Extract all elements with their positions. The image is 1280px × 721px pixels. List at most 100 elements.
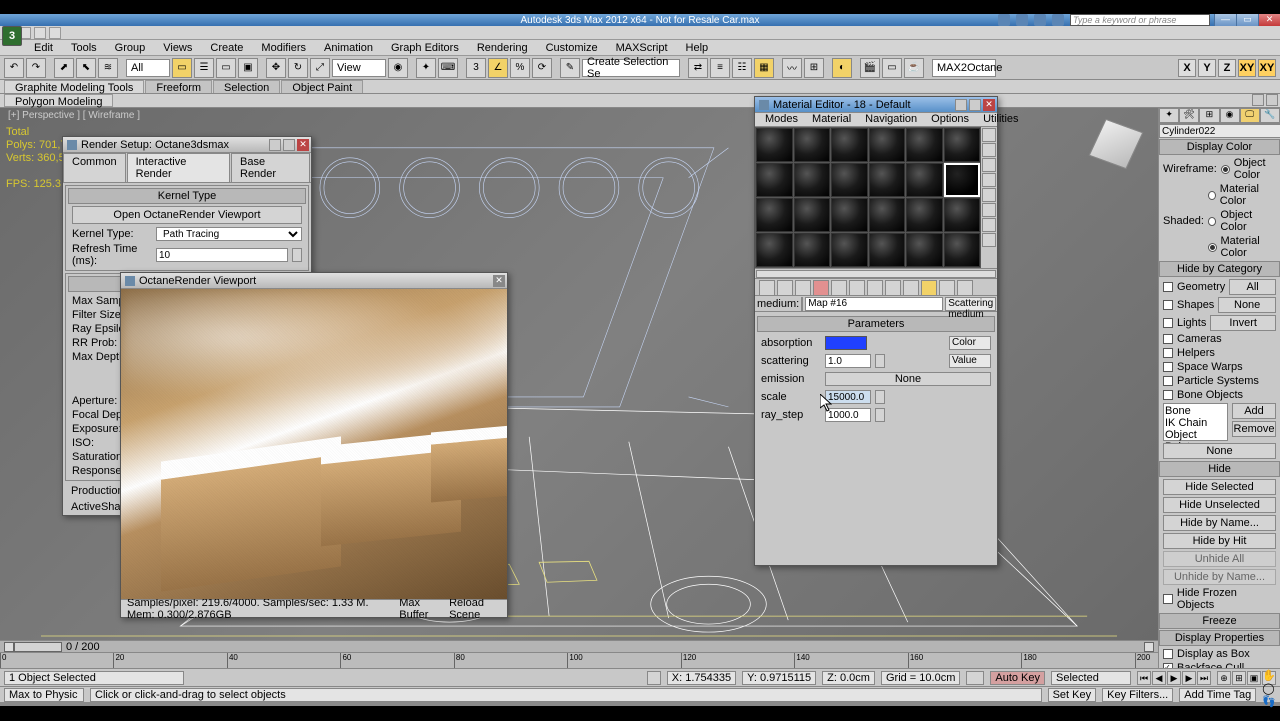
- prev-frame-button[interactable]: ◀: [1152, 671, 1166, 685]
- material-slot[interactable]: [794, 233, 831, 267]
- ribbon-polygon-modeling[interactable]: Polygon Modeling: [4, 94, 113, 107]
- menu-graph-editors[interactable]: Graph Editors: [383, 41, 467, 55]
- setkey-button[interactable]: Set Key: [1048, 688, 1097, 702]
- rs-tab-common[interactable]: Common: [63, 153, 126, 182]
- me-go-forward-icon[interactable]: [957, 280, 973, 296]
- btn-cat-none[interactable]: None: [1218, 297, 1276, 313]
- me-menu-modes[interactable]: Modes: [759, 113, 804, 126]
- me-menu-material[interactable]: Material: [806, 113, 857, 126]
- time-slider-lbtn[interactable]: [4, 642, 14, 652]
- material-slot[interactable]: [756, 198, 793, 232]
- autokey-button[interactable]: Auto Key: [990, 671, 1045, 685]
- me-tool-background-icon[interactable]: [982, 158, 996, 172]
- btn-cat-all[interactable]: All: [1229, 279, 1276, 295]
- me-raystep-spinner[interactable]: [875, 408, 885, 422]
- lock-icon[interactable]: [647, 671, 661, 685]
- me-scale-spinner[interactable]: [875, 390, 885, 404]
- constraint-x[interactable]: X: [1178, 59, 1196, 77]
- mat-editor-close[interactable]: ✕: [983, 99, 995, 111]
- material-editor-button[interactable]: ◐: [832, 58, 852, 78]
- render-setup-min[interactable]: [269, 139, 281, 151]
- named-selection-dropdown[interactable]: Create Selection Se: [582, 59, 680, 77]
- menu-customize[interactable]: Customize: [538, 41, 606, 55]
- material-slot[interactable]: [906, 128, 943, 162]
- rollout-freeze[interactable]: Freeze: [1159, 613, 1280, 629]
- me-absorption-color[interactable]: [825, 336, 867, 350]
- tab-motion-icon[interactable]: ◉: [1220, 108, 1240, 123]
- tab-utilities-icon[interactable]: 🔧: [1260, 108, 1280, 123]
- chk-geometry[interactable]: [1163, 282, 1173, 292]
- me-tool-sample-uv-icon[interactable]: [982, 173, 996, 187]
- menu-edit[interactable]: Edit: [26, 41, 61, 55]
- rollout-disp-props[interactable]: Display Properties: [1159, 630, 1280, 646]
- menu-create[interactable]: Create: [202, 41, 251, 55]
- constraint-y[interactable]: Y: [1198, 59, 1216, 77]
- undo-dropdown-icon[interactable]: [49, 27, 61, 39]
- rollout-hide[interactable]: Hide: [1159, 461, 1280, 477]
- render-setup-close[interactable]: ✕: [297, 139, 309, 151]
- me-menu-navigation[interactable]: Navigation: [859, 113, 923, 126]
- tab-modify-icon[interactable]: 🛠: [1179, 108, 1199, 123]
- snap-toggle-button[interactable]: 3: [466, 58, 486, 78]
- render-setup-max[interactable]: [283, 139, 295, 151]
- nav-zoom-icon[interactable]: ⊕: [1217, 671, 1231, 685]
- help-icon[interactable]: [1052, 14, 1064, 26]
- ribbon-tab-selection[interactable]: Selection: [213, 80, 280, 93]
- select-rotate-button[interactable]: ↻: [288, 58, 308, 78]
- radio-shaded-matcolor[interactable]: [1208, 243, 1217, 252]
- material-slot[interactable]: [944, 128, 981, 162]
- rs-refresh-spinner[interactable]: [292, 248, 302, 262]
- redo-button[interactable]: ↷: [26, 58, 46, 78]
- render-setup-button[interactable]: 🎬: [860, 58, 880, 78]
- material-slot[interactable]: [794, 198, 831, 232]
- material-slot[interactable]: [869, 128, 906, 162]
- material-slot[interactable]: [944, 233, 981, 267]
- key-filter-dropdown[interactable]: Selected: [1051, 671, 1131, 685]
- chk-spacewarps[interactable]: [1163, 362, 1173, 372]
- nav-maximize-icon[interactable]: ▦: [1262, 708, 1276, 721]
- time-slider-knob[interactable]: [14, 642, 62, 652]
- ribbon-tab-freeform[interactable]: Freeform: [145, 80, 212, 93]
- coord-z[interactable]: Z: 0.0cm: [822, 671, 875, 685]
- me-tool-video-icon[interactable]: [982, 188, 996, 202]
- me-menu-utilities[interactable]: Utilities: [977, 113, 1024, 126]
- help-search[interactable]: Type a keyword or phrase: [1070, 14, 1210, 26]
- menu-tools[interactable]: Tools: [63, 41, 105, 55]
- app-icon[interactable]: 3: [2, 26, 22, 46]
- me-menu-options[interactable]: Options: [925, 113, 975, 126]
- constraint-xy[interactable]: XY: [1238, 59, 1256, 77]
- viewport-label[interactable]: [+] Perspective ] [ Wireframe ]: [8, 110, 140, 121]
- select-move-button[interactable]: ✥: [266, 58, 286, 78]
- link-button[interactable]: ⬈: [54, 58, 74, 78]
- me-scattering-input[interactable]: [825, 354, 871, 368]
- nav-orbit-icon[interactable]: ◯: [1262, 682, 1276, 695]
- mat-editor-max[interactable]: [969, 99, 981, 111]
- unlink-button[interactable]: ⬉: [76, 58, 96, 78]
- time-slider[interactable]: 0 / 200: [0, 640, 1158, 652]
- chk-helpers[interactable]: [1163, 348, 1173, 358]
- me-scale-input[interactable]: [825, 390, 871, 404]
- spinner-snap-button[interactable]: ⟳: [532, 58, 552, 78]
- me-reset-icon[interactable]: [813, 280, 829, 296]
- curve-editor-button[interactable]: 〰: [782, 58, 802, 78]
- layer-manager-button[interactable]: ☷: [732, 58, 752, 78]
- material-slot[interactable]: [869, 198, 906, 232]
- mat-editor-min[interactable]: [955, 99, 967, 111]
- ribbon-min-icon[interactable]: [1252, 94, 1264, 106]
- me-material-id-icon[interactable]: [885, 280, 901, 296]
- goto-start-button[interactable]: ⏮: [1137, 671, 1151, 685]
- track-bar[interactable]: 020406080100120140160180200: [0, 652, 1158, 668]
- btn-unhide-name[interactable]: Unhide by Name...: [1163, 569, 1276, 585]
- material-slot[interactable]: [794, 128, 831, 162]
- rectangular-region-button[interactable]: ▭: [216, 58, 236, 78]
- mirror-button[interactable]: ⇄: [688, 58, 708, 78]
- time-tag[interactable]: Add Time Tag: [1179, 688, 1256, 702]
- object-name-field[interactable]: [1159, 124, 1280, 138]
- me-absorption-mode[interactable]: Color: [949, 336, 991, 350]
- me-tool-backlight-icon[interactable]: [982, 143, 996, 157]
- me-go-parent-icon[interactable]: [939, 280, 955, 296]
- nav-walk-icon[interactable]: 👣: [1262, 695, 1276, 708]
- menu-group[interactable]: Group: [107, 41, 154, 55]
- ribbon-tab-paint[interactable]: Object Paint: [281, 80, 363, 93]
- btn-hide-hit[interactable]: Hide by Hit: [1163, 533, 1276, 549]
